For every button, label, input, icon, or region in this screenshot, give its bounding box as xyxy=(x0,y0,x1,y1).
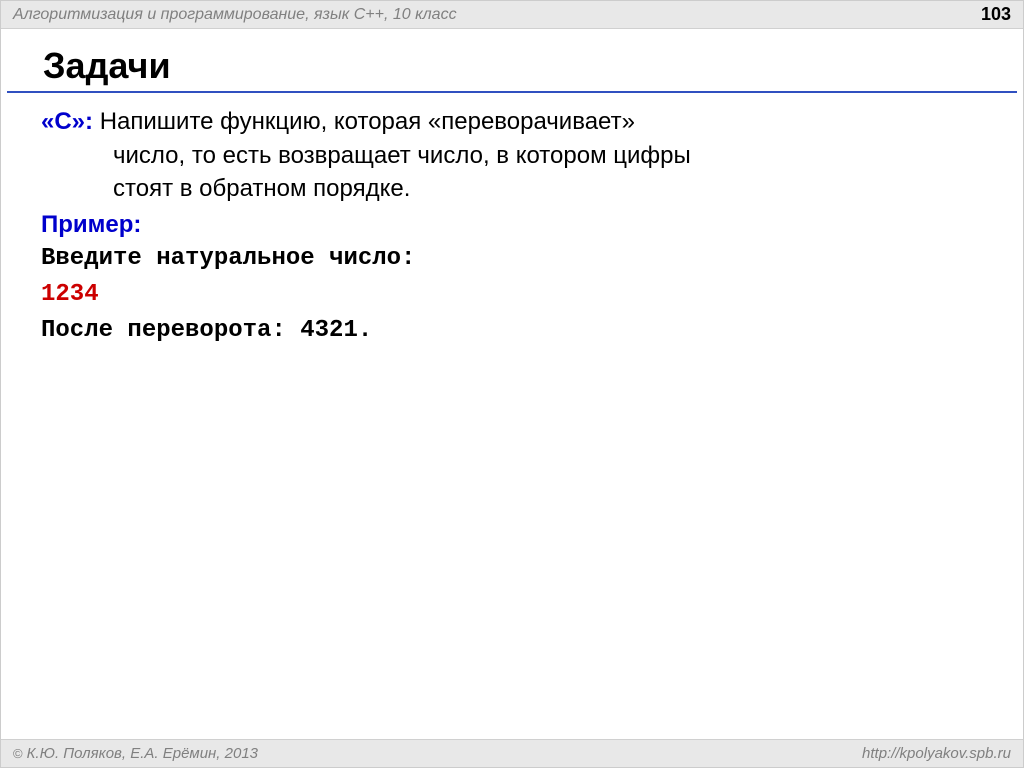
example-output: После переворота: 4321. xyxy=(41,313,983,349)
header-title: Алгоритмизация и программирование, язык … xyxy=(13,6,457,24)
footer-bar: © К.Ю. Поляков, Е.А. Ерёмин, 2013 http:/… xyxy=(1,739,1023,767)
page-title: Задачи xyxy=(7,29,1017,93)
copyright-icon: © xyxy=(13,746,23,761)
page-number: 103 xyxy=(981,4,1011,25)
example-prompt: Введите натуральное число: xyxy=(41,241,983,277)
footer-copyright: © К.Ю. Поляков, Е.А. Ерёмин, 2013 xyxy=(13,745,258,762)
task-text-2: число, то есть возвращает число, в котор… xyxy=(41,139,983,173)
task-line-1: «C»: Напишите функцию, которая «перевора… xyxy=(41,105,983,139)
task-difficulty-label: «C»: xyxy=(41,108,93,135)
example-input: 1234 xyxy=(41,277,983,313)
header-bar: Алгоритмизация и программирование, язык … xyxy=(1,1,1023,29)
task-text-3: стоят в обратном порядке. xyxy=(41,172,983,206)
content-area: «C»: Напишите функцию, которая «перевора… xyxy=(1,105,1023,349)
task-text-1: Напишите функцию, которая «переворачивае… xyxy=(93,108,635,135)
example-label: Пример: xyxy=(41,208,983,242)
footer-url: http://kpolyakov.spb.ru xyxy=(862,745,1011,762)
footer-authors: К.Ю. Поляков, Е.А. Ерёмин, 2013 xyxy=(27,745,258,762)
